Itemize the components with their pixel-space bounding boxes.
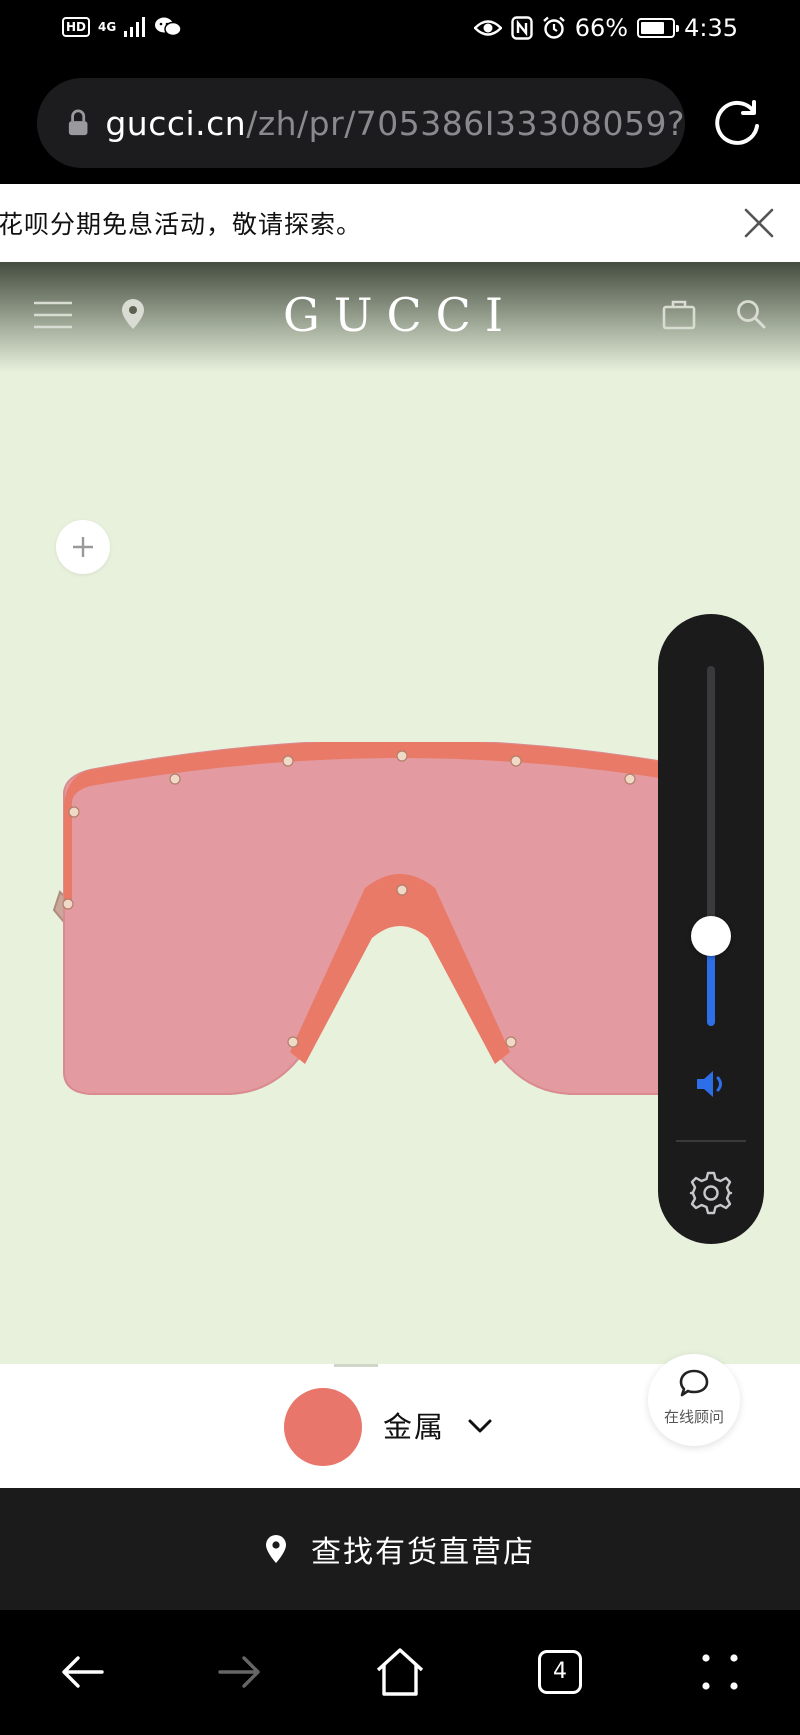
reload-icon[interactable] [710,96,764,150]
signal-icon [124,17,146,37]
url-text: gucci.cn/zh/pr/705386I33308059? [105,104,685,143]
product-image-viewport[interactable]: GUCCI [0,262,800,1364]
forward-arrow-icon[interactable] [214,1646,266,1698]
eye-icon [473,20,502,36]
volume-divider [676,1140,746,1142]
nfc-icon [511,16,533,40]
site-header: GUCCI [0,262,800,372]
browser-address-area: gucci.cn/zh/pr/705386I33308059? [0,62,800,184]
status-right: 66% 4:35 [473,14,738,42]
online-advisor-button[interactable]: 在线顾问 [648,1354,740,1446]
battery-percent: 66% [574,14,629,42]
find-store-button[interactable]: 查找有货直营店 [0,1488,800,1610]
material-label[interactable]: 金属 [383,1404,445,1446]
zoom-in-button[interactable] [56,520,110,574]
alarm-icon [542,16,565,39]
plus-icon [73,537,93,557]
volume-panel [658,614,764,1244]
chat-bubble-icon [679,1369,709,1397]
browser-nav-bar: 4 [0,1610,800,1735]
location-pin-icon [266,1535,286,1563]
wechat-icon [155,17,182,37]
home-icon[interactable] [374,1646,426,1698]
back-arrow-icon[interactable] [56,1646,108,1698]
gear-icon[interactable] [688,1170,734,1216]
status-left: HD 4G [62,16,182,38]
variant-selector-bar: 金属 在线顾问 [0,1354,800,1488]
search-icon[interactable] [735,298,767,330]
volume-slider-track[interactable] [707,666,715,1026]
chevron-down-icon[interactable] [466,1412,494,1440]
notice-text: 花呗分期免息活动，敬请探索。 [0,210,363,239]
speaker-icon[interactable] [694,1066,730,1102]
volume-slider-knob[interactable] [691,916,731,956]
shopping-bag-icon[interactable] [662,298,696,330]
color-swatch[interactable] [284,1388,362,1466]
battery-icon [637,18,680,38]
clock: 4:35 [684,14,738,42]
url-domain: gucci.cn [105,103,247,143]
carousel-indicator [334,1364,378,1367]
find-store-label: 查找有货直营店 [311,1535,535,1570]
promo-notice-banner: 花呗分期免息活动，敬请探索。 [0,184,800,262]
product-image-sunglasses [52,742,748,1095]
url-path: /zh/pr/705386I33308059? [246,103,685,143]
close-icon[interactable] [740,204,778,242]
more-options-icon[interactable] [694,1646,746,1698]
battery-fill [641,22,664,34]
chat-label: 在线顾问 [663,1408,724,1426]
network-type: 4G [98,20,117,34]
url-bar[interactable]: gucci.cn/zh/pr/705386I33308059? [37,78,685,168]
status-bar: HD 4G 66% 4:35 [0,0,800,62]
lock-icon [68,109,88,136]
tabs-count-button[interactable]: 4 [538,1650,582,1694]
hd-badge: HD [62,17,91,37]
